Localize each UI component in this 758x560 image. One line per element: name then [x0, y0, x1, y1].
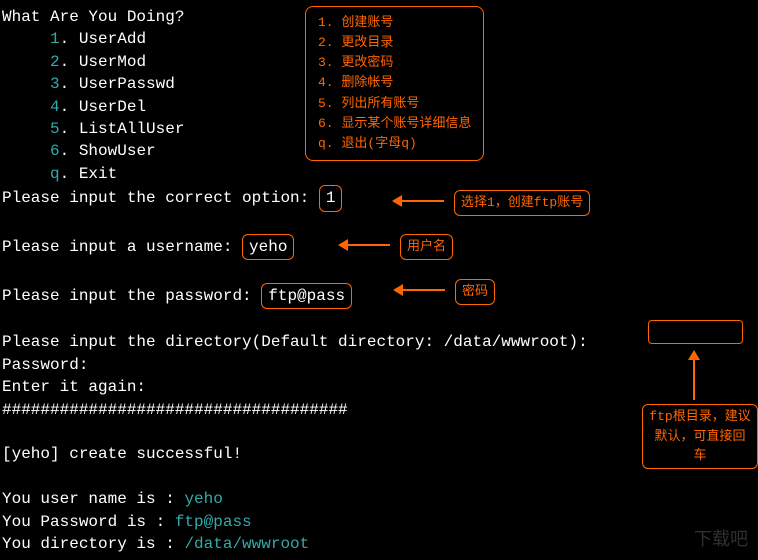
- arrow-icon: [395, 289, 445, 291]
- legend-item: 3. 更改密码: [318, 53, 471, 73]
- directory-annot-line: 默认，可直接回车: [649, 427, 751, 466]
- legend-item: 2. 更改目录: [318, 33, 471, 53]
- legend-item: 4. 删除帐号: [318, 73, 471, 93]
- prompt-directory: Please input the directory(Default direc…: [2, 331, 756, 353]
- arrow-icon: [693, 352, 695, 400]
- menu-item: q. Exit: [2, 163, 756, 185]
- password-input[interactable]: ftp@pass: [261, 283, 352, 309]
- watermark: 下载吧: [694, 527, 748, 552]
- enter-again: Enter it again:: [2, 376, 756, 398]
- result-password: You Password is : ftp@pass: [2, 511, 756, 533]
- result-username: You user name is : yeho: [2, 488, 756, 510]
- username-annot: 用户名: [400, 234, 453, 260]
- legend-item: 1. 创建账号: [318, 13, 471, 33]
- option-annot: 选择1，创建ftp账号: [454, 190, 590, 216]
- arrow-icon: [340, 244, 390, 246]
- legend-item: 5. 列出所有账号: [318, 94, 471, 114]
- password-annot: 密码: [455, 279, 495, 305]
- directory-annot: ftp根目录，建议 默认，可直接回车: [642, 404, 758, 469]
- legend-item: q. 退出(字母q): [318, 134, 471, 154]
- directory-annot-line: ftp根目录，建议: [649, 407, 751, 427]
- directory-input[interactable]: [648, 320, 743, 344]
- result-directory: You directory is : /data/wwwroot: [2, 533, 756, 555]
- option-input[interactable]: 1: [319, 185, 343, 211]
- password-label: Password:: [2, 354, 756, 376]
- legend-item: 6. 显示某个账号详细信息: [318, 114, 471, 134]
- legend-box: 1. 创建账号 2. 更改目录 3. 更改密码 4. 删除帐号 5. 列出所有账…: [305, 6, 484, 161]
- prompt-password: Please input the password: ftp@pass: [2, 283, 756, 309]
- arrow-icon: [394, 200, 444, 202]
- username-input[interactable]: yeho: [242, 234, 294, 260]
- prompt-username: Please input a username: yeho: [2, 234, 756, 260]
- prompt-option: Please input the correct option: 1: [2, 185, 756, 211]
